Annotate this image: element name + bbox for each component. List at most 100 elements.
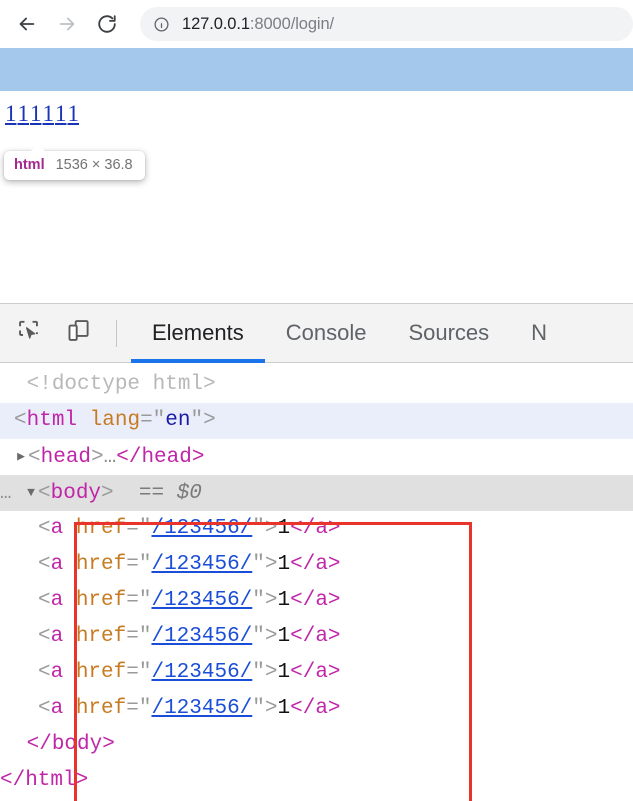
anchor-lt: < — [38, 661, 51, 684]
collapse-caret-body-icon[interactable]: ▼ — [24, 475, 38, 511]
html-attr-value[interactable]: en — [165, 409, 190, 432]
anchor-href-value[interactable]: /123456/ — [151, 553, 252, 576]
page-link[interactable]: 1 — [18, 101, 30, 126]
element-info-tooltip: html 1536 × 36.8 — [4, 144, 145, 180]
anchor-attr-name[interactable]: href — [76, 589, 126, 612]
anchor-text: 1 — [277, 697, 291, 720]
dom-row-head[interactable]: ▶ <head>…</head> — [0, 439, 633, 475]
anchor-quote-open: " — [138, 517, 152, 540]
anchor-href-value[interactable]: /123456/ — [151, 625, 252, 648]
page-link[interactable]: 1 — [5, 101, 17, 126]
tab-sources[interactable]: Sources — [387, 304, 510, 363]
anchor-text: 1 — [277, 517, 291, 540]
html-attr-eq: = — [140, 409, 153, 432]
forward-button[interactable] — [50, 7, 84, 41]
anchor-tag-name: a — [50, 589, 64, 612]
anchor-text: 1 — [277, 553, 291, 576]
devtools-tabs: Elements Console Sources N — [131, 304, 568, 363]
anchor-gt: > — [264, 553, 278, 576]
dom-row-body[interactable]: … ▼ <body> == $0 — [0, 475, 633, 511]
dom-row-anchor[interactable]: <a href="/123456/">1</a> — [0, 691, 633, 727]
html-tag-name: html — [26, 409, 78, 432]
anchor-gt: > — [264, 661, 278, 684]
page-link[interactable]: 1 — [43, 101, 55, 126]
anchor-lt: < — [38, 553, 51, 576]
anchor-tag-name: a — [50, 553, 64, 576]
anchor-tag-name: a — [50, 517, 64, 540]
anchor-eq: = — [126, 553, 139, 576]
reload-icon — [96, 13, 118, 35]
anchor-quote-open: " — [138, 625, 152, 648]
anchor-attr-name[interactable]: href — [76, 553, 126, 576]
dom-row-anchor[interactable]: <a href="/123456/">1</a> — [0, 511, 633, 547]
back-button[interactable] — [10, 7, 44, 41]
anchor-eq: = — [126, 697, 139, 720]
body-tag-name: body — [50, 482, 102, 505]
anchor-attr-name[interactable]: href — [76, 517, 126, 540]
page-link[interactable]: 1 — [55, 101, 67, 126]
expand-caret-head-icon[interactable]: ▶ — [14, 439, 28, 475]
anchor-quote-close: " — [252, 517, 265, 540]
tab-console[interactable]: Console — [265, 304, 388, 363]
dom-row-doctype[interactable]: <!doctype html> — [0, 367, 633, 403]
dom-row-body-close[interactable]: </body> — [0, 727, 633, 763]
anchor-lt: < — [38, 697, 51, 720]
dom-row-html[interactable]: <html lang="en"> — [0, 403, 633, 439]
anchor-quote-open: " — [138, 661, 152, 684]
anchor-close-tag: </a> — [290, 661, 341, 684]
device-toolbar-icon — [65, 317, 92, 349]
anchor-tag-name: a — [50, 661, 64, 684]
dom-row-anchor[interactable]: <a href="/123456/">1</a> — [0, 583, 633, 619]
tooltip-arrow-icon — [30, 144, 46, 152]
dom-row-anchor[interactable]: <a href="/123456/">1</a> — [0, 619, 633, 655]
html-attr-quote-close: " — [190, 409, 204, 432]
anchor-eq: = — [126, 625, 139, 648]
dom-row-html-close[interactable]: </html> — [0, 763, 633, 799]
html-open-gt: > — [203, 409, 216, 432]
anchor-attr-name[interactable]: href — [76, 697, 126, 720]
inspect-element-button[interactable] — [6, 311, 50, 355]
anchor-close-tag: </a> — [290, 625, 341, 648]
browser-window: 127.0.0.1:8000/login/ 111111 html 1536 ×… — [0, 0, 633, 801]
tab-network[interactable]: N — [510, 304, 568, 363]
anchor-attr-name[interactable]: href — [76, 661, 126, 684]
body-scroll-ellipsis: … — [0, 482, 13, 504]
anchor-attr-name[interactable]: href — [76, 625, 126, 648]
inspect-element-icon — [15, 317, 42, 349]
body-open-lt: < — [38, 482, 51, 505]
anchor-href-value[interactable]: /123456/ — [151, 697, 252, 720]
device-toolbar-button[interactable] — [56, 311, 100, 355]
anchor-gt: > — [264, 697, 278, 720]
tooltip-dimensions: 1536 × 36.8 — [55, 157, 133, 173]
page-link[interactable]: 1 — [68, 101, 80, 126]
anchor-href-value[interactable]: /123456/ — [151, 517, 252, 540]
anchor-href-value[interactable]: /123456/ — [151, 661, 252, 684]
body-close-tag: </body> — [26, 733, 115, 756]
dom-tree[interactable]: <!doctype html> <html lang="en"> ▶ <head>… — [0, 363, 633, 801]
html-open-lt: < — [14, 409, 27, 432]
tab-elements-label: Elements — [152, 320, 244, 345]
tab-console-label: Console — [285, 320, 367, 345]
anchor-lt: < — [38, 517, 51, 540]
html-close-tag: </html> — [0, 769, 89, 792]
tab-network-label: N — [531, 320, 548, 345]
page-link[interactable]: 1 — [30, 101, 42, 126]
anchor-eq: = — [126, 661, 139, 684]
tab-elements[interactable]: Elements — [131, 304, 265, 363]
dom-row-anchor[interactable]: <a href="/123456/">1</a> — [0, 547, 633, 583]
anchor-quote-open: " — [138, 697, 152, 720]
url-host: 127.0.0.1 — [182, 14, 250, 33]
anchor-quote-open: " — [138, 589, 152, 612]
anchor-lt: < — [38, 625, 51, 648]
html-attr-name[interactable]: lang — [90, 409, 140, 432]
reload-button[interactable] — [90, 7, 124, 41]
anchor-href-value[interactable]: /123456/ — [151, 589, 252, 612]
page-links-row: 111111 — [5, 102, 80, 125]
anchor-close-tag: </a> — [290, 517, 341, 540]
anchor-gt: > — [264, 589, 278, 612]
dom-row-anchor[interactable]: <a href="/123456/">1</a> — [0, 655, 633, 691]
info-circle-icon[interactable] — [153, 16, 170, 33]
address-bar[interactable]: 127.0.0.1:8000/login/ — [140, 7, 633, 41]
anchor-tag-name: a — [50, 697, 64, 720]
anchor-eq: = — [126, 517, 139, 540]
